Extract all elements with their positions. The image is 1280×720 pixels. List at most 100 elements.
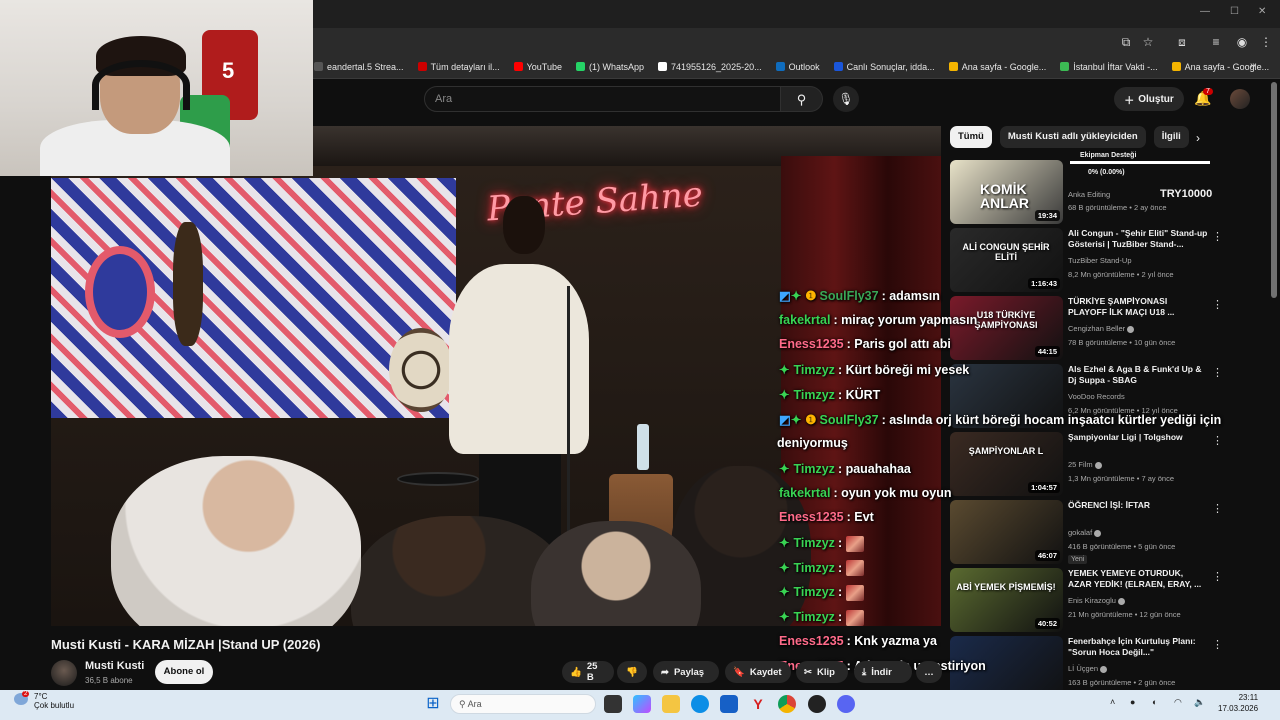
install-app-icon[interactable]: ⧉ — [1118, 34, 1134, 50]
more-options-icon[interactable]: ⋮ — [1212, 502, 1223, 515]
clip-button[interactable]: ✂ Klip — [796, 661, 848, 683]
account-avatar[interactable] — [1230, 89, 1250, 109]
like-button[interactable]: 👍 25 B — [562, 661, 614, 683]
more-bookmarks-icon[interactable]: » — [1250, 60, 1256, 71]
video-thumbnail[interactable]: 46:07 — [950, 500, 1063, 564]
profile-icon[interactable]: ◉ — [1234, 34, 1250, 50]
taskbar-clock[interactable]: 23:11 17.03.2026 — [1218, 692, 1258, 714]
bookmark-item[interactable]: Canlı Sonuçlar, idda... — [833, 62, 935, 72]
reading-list-icon[interactable]: ≡ — [1208, 34, 1224, 50]
tray-app-icon[interactable]: ◐ — [1152, 697, 1157, 707]
discord-icon[interactable] — [837, 695, 855, 713]
yandex-icon[interactable]: Y — [749, 695, 767, 713]
related-video-title[interactable]: YEMEK YEMEYE OTURDUK, AZAR YEDİK! (ELRAE… — [1068, 568, 1208, 590]
chat-username[interactable]: Eness1235 — [779, 634, 844, 648]
close-icon[interactable]: ✕ — [1258, 6, 1266, 17]
store-icon[interactable] — [720, 695, 738, 713]
chat-username[interactable]: Eness1235 — [779, 510, 844, 524]
chat-username[interactable]: Timzyz — [793, 610, 834, 624]
bookmark-item[interactable]: YouTube — [513, 62, 562, 72]
related-video-item[interactable]: ŞAMPİYONLAR L 1:04:57 Şampiyonlar Ligi | T… — [950, 432, 1230, 498]
more-options-icon[interactable]: ⋮ — [1212, 434, 1223, 447]
chat-username[interactable]: Timzyz — [793, 462, 834, 476]
page-scrollbar[interactable] — [1271, 82, 1277, 298]
chat-username[interactable]: fakekrtal — [779, 486, 830, 500]
chat-username[interactable]: Timzyz — [793, 561, 834, 575]
related-video-title[interactable]: Ali Congun - "Şehir Eliti" Stand-up Göst… — [1068, 228, 1208, 250]
channel-avatar[interactable] — [51, 660, 77, 686]
chat-username[interactable]: Timzyz — [793, 388, 834, 402]
more-options-icon[interactable]: ⋮ — [1212, 366, 1223, 379]
bookmark-item[interactable]: Ana sayfa - Google... — [948, 62, 1046, 72]
related-channel-name[interactable]: Enis Kirazoglu — [1068, 596, 1125, 605]
weather-widget[interactable]: 7°C Çok bulutlu — [34, 692, 74, 710]
filter-chip[interactable]: Tümü — [950, 126, 992, 148]
related-video-title[interactable]: TÜRKİYE ŞAMPİYONASI PLAYOFF İLK MAÇI U18… — [1068, 296, 1208, 318]
chat-username[interactable]: Timzyz — [793, 585, 834, 599]
related-video-title[interactable]: Fenerbahçe İçin Kurtuluş Planı: "Sorun H… — [1068, 636, 1208, 658]
channel-name[interactable]: Musti Kusti — [85, 660, 144, 672]
search-button[interactable]: ⚲ — [781, 86, 823, 112]
more-options-icon[interactable]: ⋮ — [1212, 230, 1223, 243]
maximize-icon[interactable]: ☐ — [1230, 6, 1239, 17]
tray-app-icon[interactable]: ● — [1130, 697, 1135, 707]
related-channel-name[interactable]: 25 Film — [1068, 460, 1102, 469]
related-video-title[interactable]: Şampiyonlar Ligi | Tolgshow — [1068, 432, 1208, 443]
bookmark-item[interactable]: (1) WhatsApp — [575, 62, 644, 72]
save-button[interactable]: 🔖 Kaydet — [725, 661, 791, 683]
filter-chip[interactable]: Musti Kusti adlı yükleyiciden — [999, 126, 1146, 148]
bookmark-item[interactable]: İstanbul İftar Vakti -... — [1060, 62, 1158, 72]
share-button[interactable]: ➦ Paylaş — [653, 661, 719, 683]
chat-username[interactable]: SoulFly37 — [820, 413, 879, 427]
video-thumbnail[interactable]: ABİ YEMEK PİŞMEMİŞ! 40:52 — [950, 568, 1063, 632]
bookmark-item[interactable]: 741955126_2025-20... — [658, 62, 762, 72]
more-options-icon[interactable]: ⋮ — [1212, 298, 1223, 311]
related-video-item[interactable]: ALİ CONGUN ŞEHİR ELİTİ 1:16:43 Ali Congun … — [950, 228, 1230, 294]
chat-username[interactable]: Timzyz — [793, 536, 834, 550]
chat-username[interactable]: Eness1235 — [779, 337, 844, 351]
chrome-icon[interactable] — [778, 695, 796, 713]
file-explorer-icon[interactable] — [662, 695, 680, 713]
menu-icon[interactable]: ⋮ — [1258, 34, 1274, 50]
video-thumbnail[interactable]: ALİ CONGUN ŞEHİR ELİTİ 1:16:43 — [950, 228, 1063, 292]
create-button[interactable]: ＋ Oluştur — [1114, 87, 1184, 111]
wifi-icon[interactable]: ◠ — [1174, 697, 1182, 708]
more-options-icon[interactable]: ⋮ — [1212, 638, 1223, 651]
related-channel-name[interactable]: VooDoo Records — [1068, 392, 1125, 401]
obs-icon[interactable] — [808, 695, 826, 713]
task-view-icon[interactable] — [604, 695, 622, 713]
minimize-icon[interactable]: — — [1200, 6, 1210, 17]
tray-chevron-icon[interactable]: ˄ — [1110, 697, 1115, 707]
chat-username[interactable]: fakekrtal — [779, 313, 830, 327]
related-video-title[interactable]: ÖĞRENCİ İŞİ: İFTAR — [1068, 500, 1208, 511]
related-video-title[interactable]: Als Ezhel & Aga B & Funk'd Up & Dj Suppa… — [1068, 364, 1208, 386]
filter-chip[interactable]: İlgili — [1153, 126, 1189, 148]
related-channel-name[interactable]: Cengizhan Beller — [1068, 324, 1135, 333]
windows-start-icon[interactable]: ⊞ — [424, 695, 442, 713]
search-input[interactable]: Ara — [424, 86, 781, 112]
related-video-item[interactable]: ABİ YEMEK PİŞMEMİŞ! 40:52 YEMEK YEMEYE OTU… — [950, 568, 1230, 634]
more-actions-button[interactable]: … — [916, 661, 942, 683]
download-button[interactable]: ⤓ İndir — [854, 661, 912, 683]
edge-icon[interactable] — [691, 695, 709, 713]
bookmark-item[interactable]: Tüm detayları il... — [417, 62, 500, 72]
dislike-button[interactable]: 👎 — [617, 661, 647, 683]
extensions-icon[interactable]: ⧈ — [1174, 34, 1190, 50]
copilot-icon[interactable] — [633, 695, 651, 713]
chat-username[interactable]: Timzyz — [793, 363, 834, 377]
related-video-item[interactable]: U18 TÜRKİYE ŞAMPİYONASI 44:15 TÜRKİYE ŞAMP… — [950, 296, 1230, 362]
bookmark-star-icon[interactable]: ☆ — [1140, 34, 1156, 50]
related-channel-name[interactable]: gokalaf — [1068, 528, 1102, 537]
volume-icon[interactable]: 🔈 — [1194, 697, 1205, 708]
bookmark-item[interactable]: eandertal.5 Strea... — [314, 62, 404, 72]
voice-search-button[interactable]: 🎙 — [833, 86, 859, 112]
related-channel-name[interactable]: Lİ Üçgen — [1068, 664, 1108, 673]
chevron-right-icon[interactable]: › — [1196, 131, 1200, 145]
related-channel-name[interactable]: TuzBiber Stand-Up — [1068, 256, 1132, 265]
ad-thumbnail[interactable]: KOMİK ANLAR 19:34 — [950, 160, 1063, 224]
subscribe-button[interactable]: Abone ol — [155, 660, 213, 684]
chat-username[interactable]: SoulFly37 — [820, 289, 879, 303]
taskbar-search[interactable]: ⚲ Ara — [450, 694, 596, 714]
bookmark-item[interactable]: Outlook — [775, 62, 820, 72]
more-options-icon[interactable]: ⋮ — [1212, 570, 1223, 583]
